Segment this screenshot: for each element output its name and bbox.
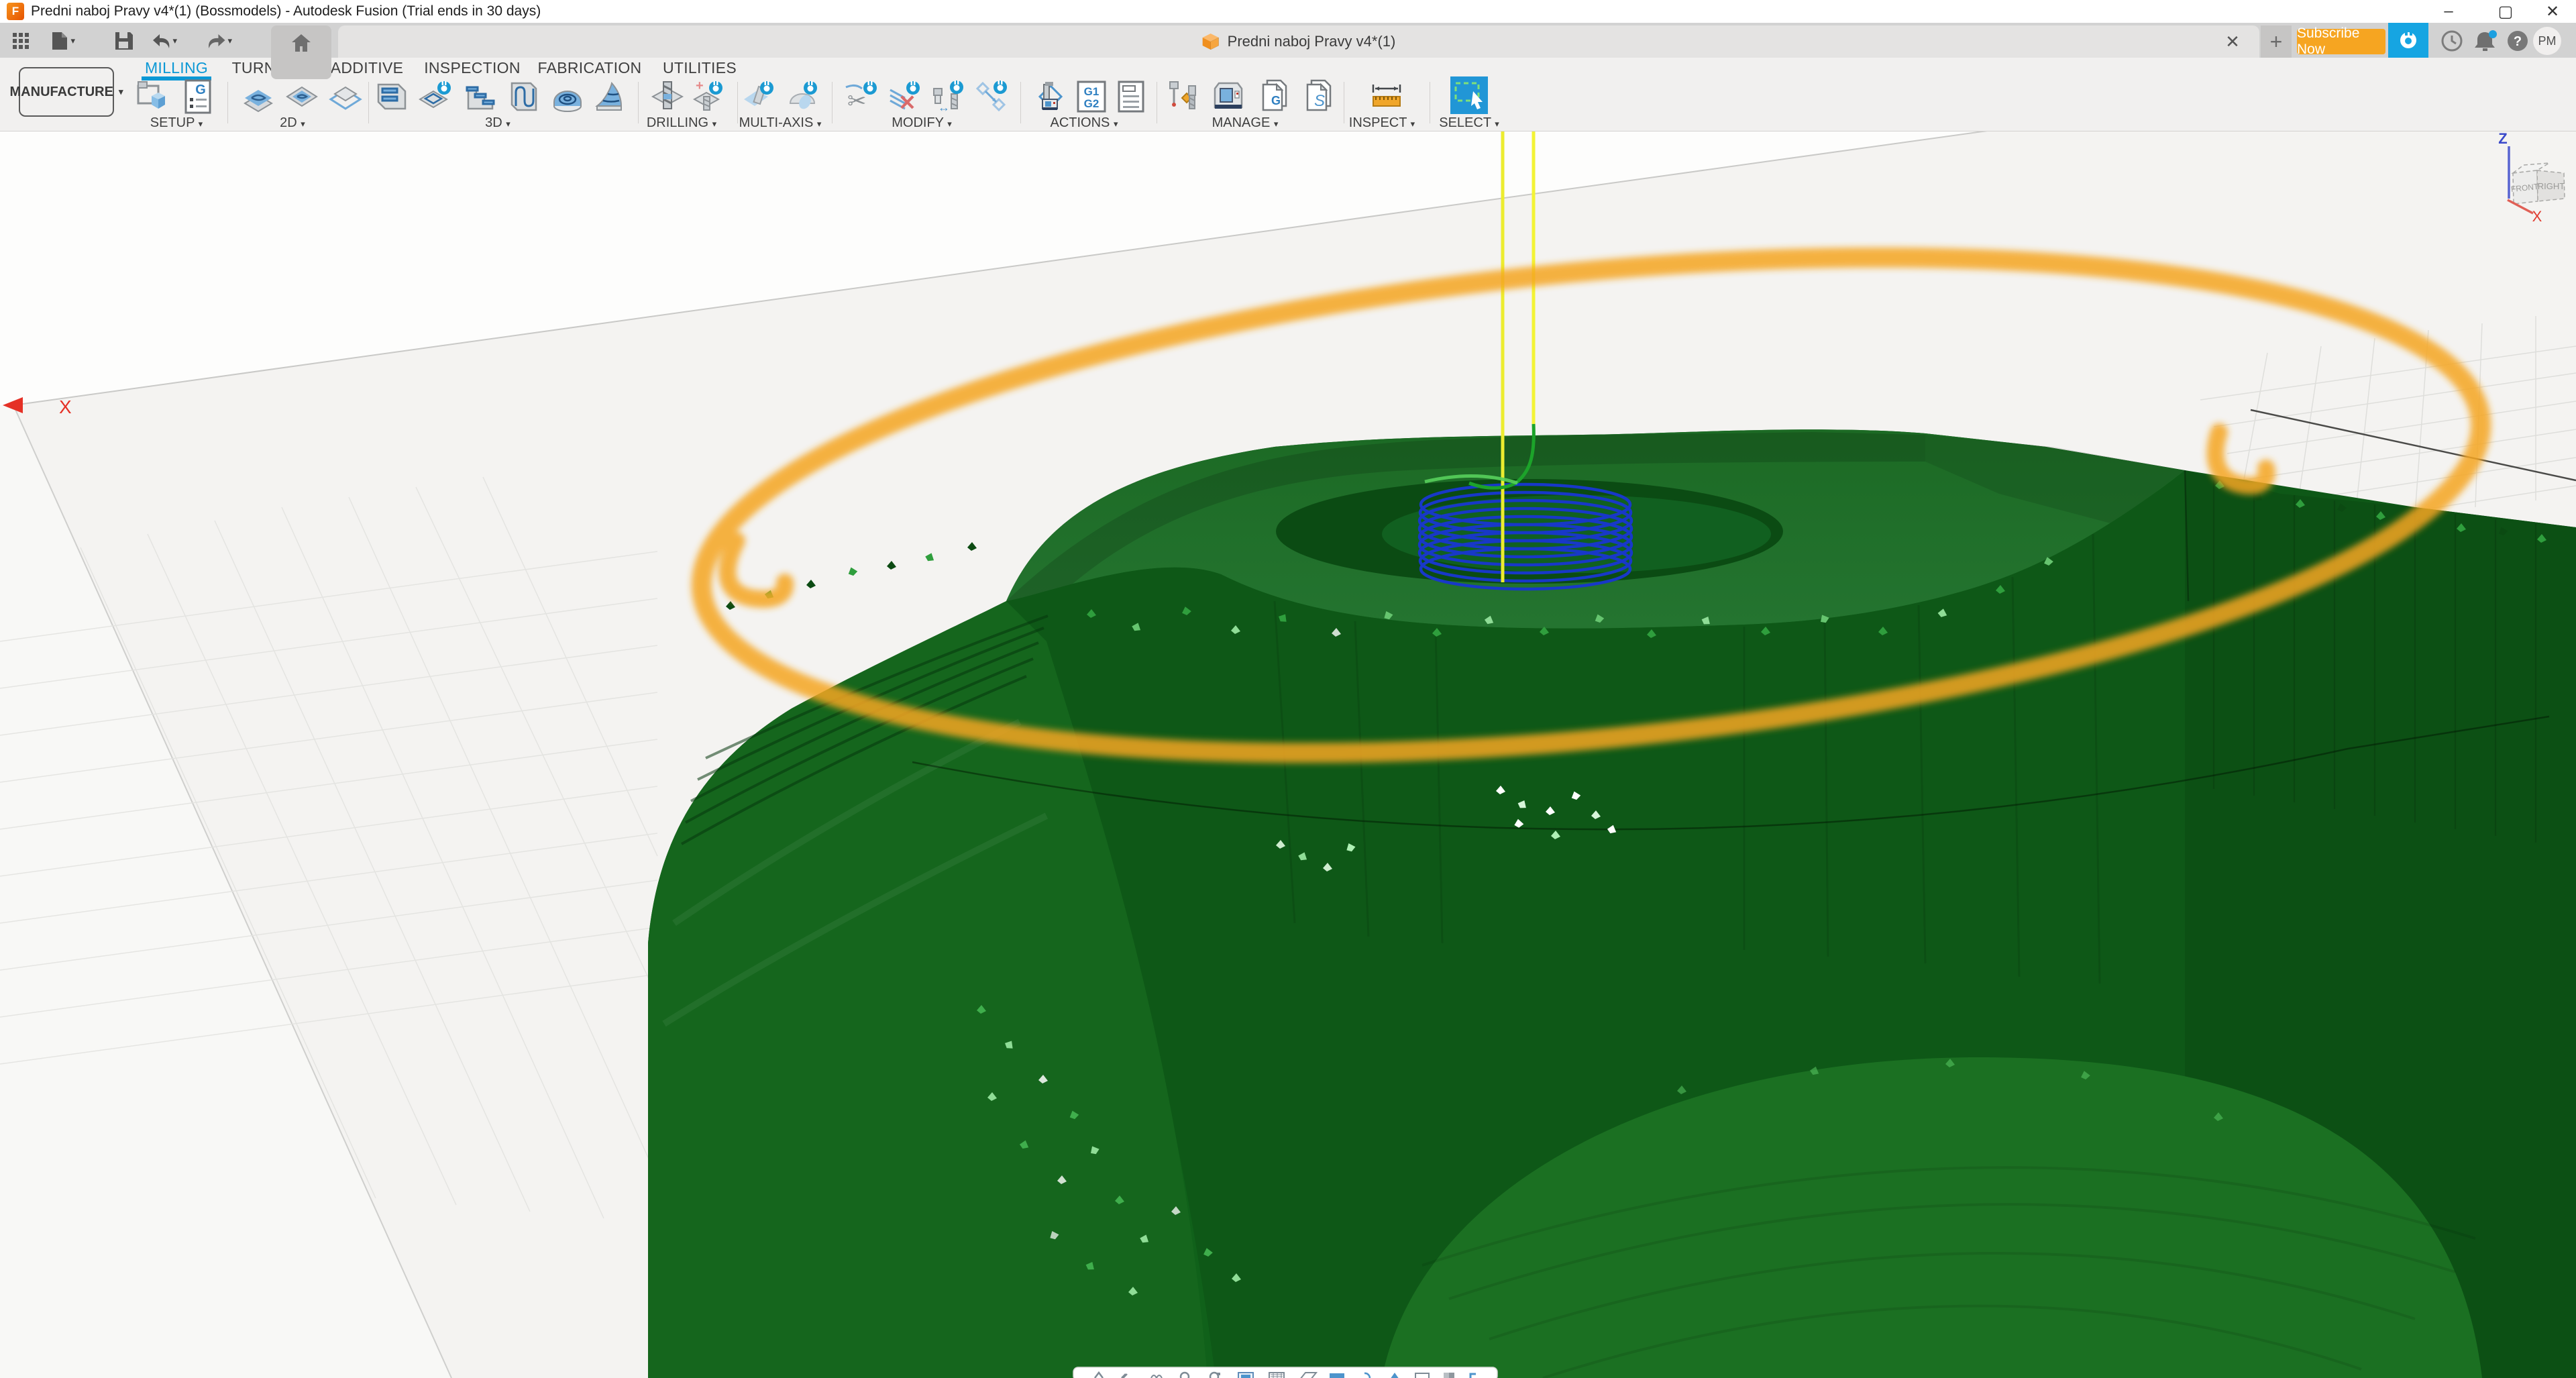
file-icon[interactable]: ▾ (50, 28, 75, 54)
window-title: Predni naboj Pravy v4*(1) (Bossmodels) -… (31, 3, 541, 19)
group-separator (638, 82, 639, 123)
redo-icon[interactable]: ▾ (207, 28, 232, 54)
job-status-clock-icon[interactable] (2440, 30, 2463, 52)
group-label-manage[interactable]: MANAGE ▾ (1212, 115, 1279, 131)
3d-adaptive-icon[interactable] (374, 79, 409, 114)
restore-button[interactable]: ▢ (2482, 0, 2529, 23)
replace-tool-icon[interactable]: ↔ (930, 79, 965, 114)
ncprogram-icon[interactable]: G (180, 79, 215, 114)
svg-text:G2: G2 (1084, 97, 1099, 110)
orange-cube-icon (1202, 33, 1220, 50)
2d-adaptive-icon[interactable] (241, 79, 276, 114)
app-grid-icon[interactable] (8, 28, 34, 54)
group-separator (832, 82, 833, 123)
group-separator (737, 82, 738, 123)
tab-close-icon[interactable]: ✕ (2222, 31, 2243, 52)
home-icon (290, 32, 313, 55)
title-bar: F Predni naboj Pravy v4*(1) (Bossmodels)… (0, 0, 2576, 23)
svg-text:G1: G1 (1084, 85, 1099, 98)
svg-text:?: ? (2514, 34, 2522, 49)
2d-pocket-icon[interactable] (284, 79, 319, 114)
document-tab-title: Predni naboj Pravy v4*(1) (1228, 33, 1396, 50)
navigation-bar[interactable] (1073, 1367, 1497, 1378)
fusion-app-icon: F (7, 3, 24, 20)
svg-text:X: X (59, 396, 72, 417)
save-icon[interactable] (111, 28, 137, 54)
svg-text:✂: ✂ (847, 89, 867, 114)
select-tool[interactable] (1450, 76, 1488, 114)
move-toolpath-icon[interactable] (973, 79, 1008, 114)
close-button[interactable]: ✕ (2529, 0, 2576, 23)
svg-text:↔: ↔ (938, 101, 950, 114)
svg-text:Z: Z (2498, 131, 2507, 147)
group-separator (368, 82, 369, 123)
group-label-select[interactable]: SELECT ▾ (1439, 115, 1499, 131)
group-label-setup[interactable]: SETUP ▾ (150, 115, 203, 131)
group-label-drilling[interactable]: DRILLING ▾ (647, 115, 716, 131)
simulate-icon[interactable] (1030, 79, 1065, 114)
tapping-icon[interactable]: + (689, 79, 724, 114)
3d-spiral-icon[interactable] (550, 79, 585, 114)
svg-text:X: X (2532, 208, 2542, 225)
2d-face-icon[interactable] (328, 79, 363, 114)
3d-steep-shallow-icon[interactable] (463, 79, 498, 114)
minimize-button[interactable]: – (2425, 0, 2472, 23)
group-separator (1020, 82, 1021, 123)
tool-library-icon[interactable] (1166, 79, 1201, 114)
3d-ramp-icon[interactable] (592, 79, 627, 114)
group-separator (227, 82, 228, 123)
fusion-window: { "window": { "title": "Predni naboj Pra… (0, 0, 2576, 1378)
group-label-actions[interactable]: ACTIONS ▾ (1051, 115, 1118, 131)
group-label-3d[interactable]: 3D ▾ (485, 115, 511, 131)
trim-icon[interactable]: ✂ (843, 79, 878, 114)
svg-text:G: G (1271, 94, 1281, 107)
svg-text:S: S (1314, 92, 1325, 110)
svg-text:+: + (696, 79, 704, 93)
machine-library-icon[interactable] (1211, 79, 1246, 114)
svg-text:RIGHT: RIGHT (2538, 181, 2565, 191)
tab-inspection[interactable]: INSPECTION (424, 59, 521, 77)
group-label-multi-axis[interactable]: MULTI-AXIS ▾ (739, 115, 822, 131)
help-icon[interactable]: ? (2506, 30, 2529, 52)
model-viewport[interactable]: X (0, 131, 2576, 1378)
setup-sheet-icon[interactable] (1114, 79, 1148, 114)
swarf-icon[interactable] (741, 79, 776, 114)
svg-text:G: G (195, 83, 206, 97)
subscribe-button[interactable]: Subscribe Now (2297, 29, 2385, 54)
extension-plug-icon[interactable] (2388, 23, 2428, 58)
tab-utilities[interactable]: UTILITIES (663, 59, 737, 77)
3d-pocket-icon[interactable] (417, 79, 452, 114)
tab-milling[interactable]: MILLING (145, 59, 208, 77)
rotary-icon[interactable] (785, 79, 820, 114)
tab-additive[interactable]: ADDITIVE (331, 59, 403, 77)
notifications-bell-icon[interactable] (2474, 30, 2497, 52)
post-process-icon[interactable]: G1 G2 (1074, 79, 1109, 114)
workspace-selector[interactable]: MANUFACTURE▾ (19, 67, 114, 117)
new-setup-icon[interactable] (136, 79, 170, 114)
new-tab-button[interactable]: + (2261, 25, 2292, 58)
ribbon-toolbar: MANUFACTURE▾ MILLING TURNING ADDITIVE IN… (0, 58, 2576, 131)
group-label-2d[interactable]: 2D ▾ (280, 115, 305, 131)
document-tab-strip: ▾ ▾ ▾ Predni naboj Pravy v4*(1) ✕ + Subs… (0, 23, 2576, 58)
drill-icon[interactable] (650, 79, 685, 114)
group-label-inspect[interactable]: INSPECT ▾ (1349, 115, 1415, 131)
undo-icon[interactable]: ▾ (152, 28, 177, 54)
delete-passes-icon[interactable]: ✕ (888, 79, 922, 114)
3d-flow-icon[interactable] (506, 79, 541, 114)
avatar[interactable]: PM (2533, 27, 2561, 55)
home-view-button[interactable] (271, 25, 331, 79)
group-label-modify[interactable]: MODIFY ▾ (892, 115, 952, 131)
nc-programs-icon[interactable]: G (1258, 79, 1293, 114)
measure-icon[interactable] (1369, 79, 1404, 114)
templates-icon[interactable]: S (1302, 79, 1337, 114)
tab-fabrication[interactable]: FABRICATION (538, 59, 642, 77)
document-tab[interactable]: Predni naboj Pravy v4*(1) ✕ (338, 25, 2259, 58)
